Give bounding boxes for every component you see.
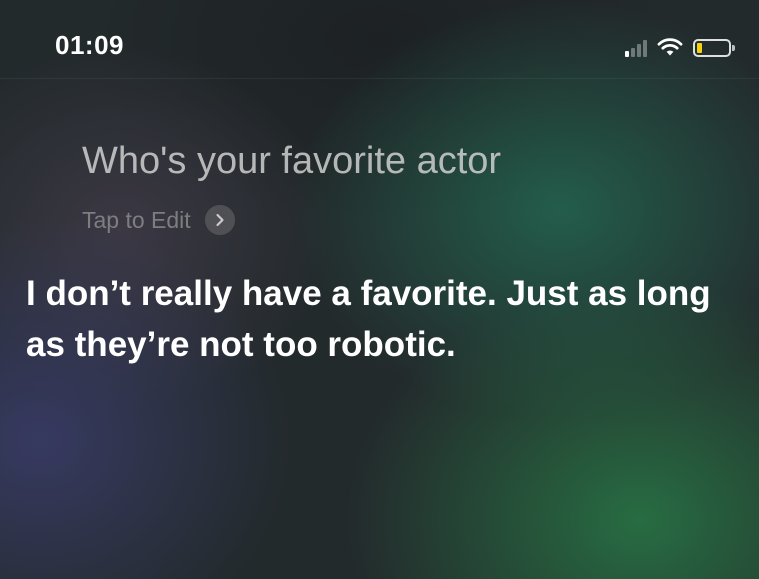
signal-bar bbox=[637, 44, 641, 57]
tap-to-edit-button[interactable]: Tap to Edit bbox=[82, 205, 235, 235]
signal-bar bbox=[625, 51, 629, 57]
signal-bar bbox=[631, 48, 635, 57]
siri-query-text: Who's your favorite actor bbox=[82, 140, 502, 182]
status-icons bbox=[625, 33, 735, 57]
chevron-right-icon[interactable] bbox=[204, 205, 235, 235]
battery-icon bbox=[693, 39, 735, 57]
siri-response-text: I don’t really have a favorite. Just as … bbox=[26, 274, 711, 364]
cellular-signal-icon bbox=[625, 37, 647, 57]
wifi-icon bbox=[657, 37, 683, 57]
battery-level bbox=[697, 43, 702, 53]
tap-to-edit-label: Tap to Edit bbox=[82, 206, 191, 233]
status-bar: 01:09 bbox=[0, 0, 759, 79]
status-time: 01:09 bbox=[55, 30, 124, 60]
signal-bar bbox=[643, 40, 647, 57]
